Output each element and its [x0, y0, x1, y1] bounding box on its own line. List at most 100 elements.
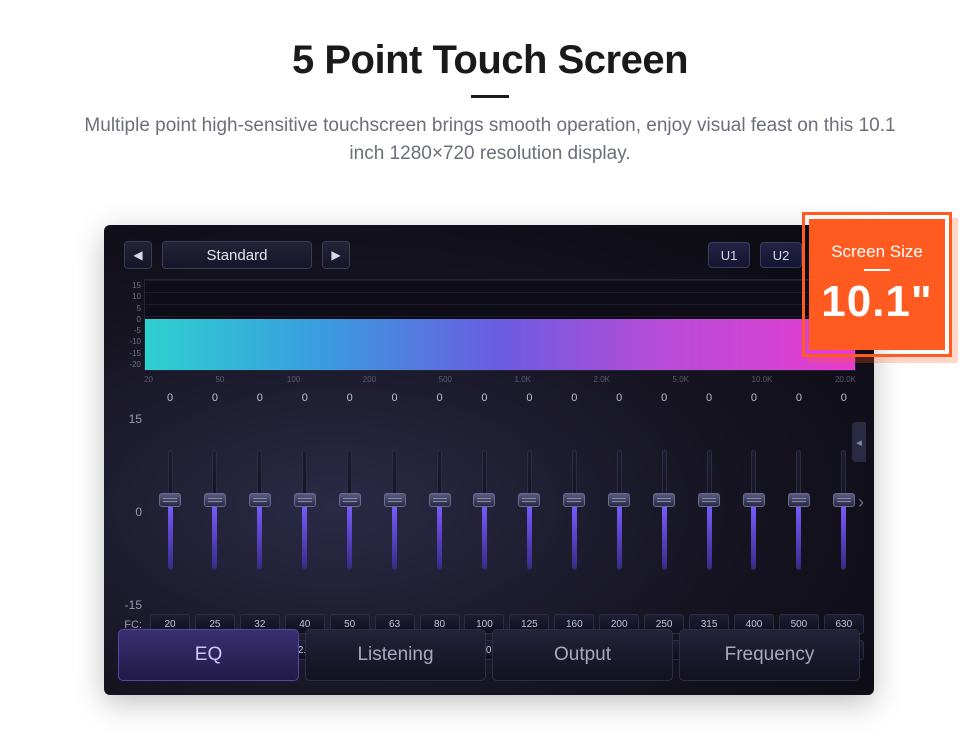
title-underline: [471, 95, 509, 98]
spectrum-y-tick: 15: [122, 281, 141, 290]
band-gain-value: 0: [526, 392, 532, 408]
badge-label: Screen Size: [831, 242, 923, 262]
spectrum-x-tick: 10.0K: [752, 375, 773, 384]
tab-output[interactable]: Output: [492, 629, 673, 681]
band-gain-value: 0: [571, 392, 577, 408]
scroll-right-button[interactable]: ›: [852, 472, 870, 532]
slider-knob[interactable]: [608, 493, 630, 507]
tab-frequency[interactable]: Frequency: [679, 629, 860, 681]
eq-band-9: 0: [509, 392, 549, 612]
band-gain-value: 0: [212, 392, 218, 408]
eq-band-1: 0: [150, 392, 190, 612]
spectrum-body: [144, 279, 856, 371]
band-gain-value: 0: [481, 392, 487, 408]
spectrum-x-tick: 1.0K: [515, 375, 531, 384]
slider-knob[interactable]: [249, 493, 271, 507]
eq-band-13: 0: [689, 392, 729, 612]
spectrum-y-axis: 151050-5-10-15-20: [122, 279, 144, 371]
spectrum-fill: [145, 319, 855, 370]
band-slider[interactable]: [599, 408, 639, 612]
eq-band-2: 0: [195, 392, 235, 612]
collapse-handle[interactable]: ◂: [852, 422, 866, 462]
band-slider[interactable]: [734, 408, 774, 612]
band-slider[interactable]: [420, 408, 460, 612]
slider-axis-min: -15: [112, 545, 142, 612]
slider-knob[interactable]: [204, 493, 226, 507]
slider-knob[interactable]: [294, 493, 316, 507]
eq-band-5: 0: [330, 392, 370, 612]
band-slider[interactable]: [240, 408, 280, 612]
band-slider[interactable]: [375, 408, 415, 612]
spectrum-y-tick: 0: [122, 315, 141, 324]
band-slider[interactable]: [150, 408, 190, 612]
eq-sliders-area: 15 0 -15 0000000000000000 ◂ ›: [112, 392, 866, 612]
spectrum-y-tick: -15: [122, 349, 141, 358]
slider-axis-mid: 0: [112, 479, 142, 546]
band-slider[interactable]: [195, 408, 235, 612]
spectrum-x-tick: 200: [363, 375, 376, 384]
slider-knob[interactable]: [384, 493, 406, 507]
band-gain-value: 0: [302, 392, 308, 408]
eq-band-10: 0: [554, 392, 594, 612]
band-slider[interactable]: [285, 408, 325, 612]
slider-knob[interactable]: [698, 493, 720, 507]
slider-y-axis: 15 0 -15: [112, 392, 148, 612]
band-gain-value: 0: [796, 392, 802, 408]
preset-name[interactable]: Standard: [162, 241, 312, 269]
band-slider[interactable]: [689, 408, 729, 612]
slider-knob[interactable]: [429, 493, 451, 507]
band-slider[interactable]: [330, 408, 370, 612]
tab-listening[interactable]: Listening: [305, 629, 486, 681]
band-gain-value: 0: [436, 392, 442, 408]
screen-size-badge: Screen Size 10.1": [802, 212, 952, 357]
slider-knob[interactable]: [563, 493, 585, 507]
next-preset-button[interactable]: ▶: [322, 241, 350, 269]
user-preset-u1[interactable]: U1: [708, 242, 750, 268]
spectrum-x-tick: 2.0K: [594, 375, 610, 384]
band-gain-value: 0: [661, 392, 667, 408]
eq-band-4: 0: [285, 392, 325, 612]
spectrum-x-axis: 20501002005001.0K2.0K5.0K10.0K20.0K: [144, 375, 856, 384]
eq-band-12: 0: [644, 392, 684, 612]
band-gain-value: 0: [616, 392, 622, 408]
spectrum-display: 151050-5-10-15-20: [122, 279, 856, 371]
spectrum-x-tick: 20: [144, 375, 153, 384]
badge-value: 10.1": [821, 277, 933, 327]
eq-band-11: 0: [599, 392, 639, 612]
page-title: 5 Point Touch Screen: [0, 0, 980, 83]
prev-preset-button[interactable]: ◀: [124, 241, 152, 269]
slider-knob[interactable]: [473, 493, 495, 507]
band-gain-value: 0: [347, 392, 353, 408]
slider-knob[interactable]: [339, 493, 361, 507]
slider-knob[interactable]: [159, 493, 181, 507]
spectrum-y-tick: -5: [122, 326, 141, 335]
band-slider[interactable]: [644, 408, 684, 612]
slider-knob[interactable]: [743, 493, 765, 507]
spectrum-x-tick: 500: [439, 375, 452, 384]
eq-band-15: 0: [779, 392, 819, 612]
band-slider[interactable]: [509, 408, 549, 612]
band-gain-value: 0: [751, 392, 757, 408]
band-gain-value: 0: [257, 392, 263, 408]
band-slider[interactable]: [464, 408, 504, 612]
page-subtitle: Multiple point high-sensitive touchscree…: [0, 112, 980, 167]
slider-knob[interactable]: [653, 493, 675, 507]
eq-band-14: 0: [734, 392, 774, 612]
user-preset-u2[interactable]: U2: [760, 242, 802, 268]
eq-device-screen: ◀ Standard ▶ U1U2U3 151050-5-10-15-20 20…: [104, 225, 874, 695]
band-slider[interactable]: [554, 408, 594, 612]
tab-eq[interactable]: EQ: [118, 629, 299, 681]
spectrum-y-tick: 5: [122, 304, 141, 313]
slider-knob[interactable]: [788, 493, 810, 507]
band-slider[interactable]: [779, 408, 819, 612]
spectrum-x-tick: 20.0K: [835, 375, 856, 384]
slider-knob[interactable]: [518, 493, 540, 507]
spectrum-x-tick: 100: [287, 375, 300, 384]
eq-band-3: 0: [240, 392, 280, 612]
band-gain-value: 0: [841, 392, 847, 408]
slider-axis-max: 15: [112, 392, 142, 479]
spectrum-x-tick: 5.0K: [673, 375, 689, 384]
band-gain-value: 0: [167, 392, 173, 408]
band-gain-value: 0: [392, 392, 398, 408]
preset-row: ◀ Standard ▶ U1U2U3: [104, 225, 874, 269]
